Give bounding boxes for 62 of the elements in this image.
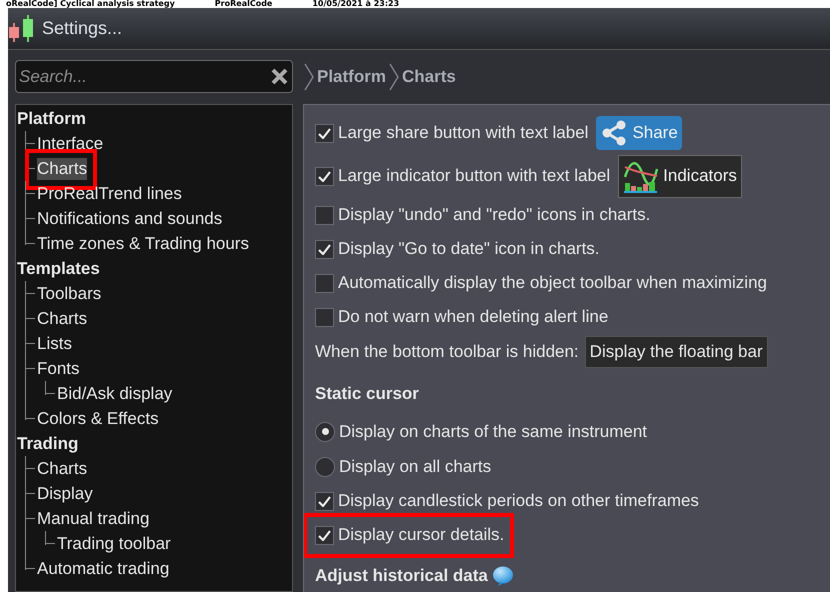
speech-bubble-icon [492,566,514,586]
indicator-chart-icon [623,159,660,193]
checkbox[interactable] [315,124,334,142]
checkmark-icon [318,530,331,540]
dropdown-field[interactable]: Display the floating bar [584,336,768,368]
tree-item[interactable]: Lists [37,332,72,354]
breadcrumb-item[interactable]: Platform [317,64,386,90]
tree-item[interactable]: Notifications and sounds [37,208,222,230]
search-field[interactable]: Search... [15,60,293,93]
tree-item[interactable]: Fonts [37,358,80,380]
tree-item[interactable]: Display [37,482,93,504]
checkbox[interactable] [315,274,334,292]
tree-item[interactable]: ProRealTrend lines [37,182,182,204]
tree-item[interactable]: Colors & Effects [37,408,159,430]
background-text: ProRealCode [214,0,272,8]
indicators-button[interactable]: Indicators [618,154,742,198]
option-label: Display "Go to date" icon in charts. [338,238,600,260]
checkmark-icon [318,496,331,506]
option-label: Display cursor details. [338,524,504,546]
tree-item[interactable]: Automatic trading [37,558,170,580]
tree-item[interactable]: Trading toolbar [57,532,171,554]
tree-group[interactable]: Trading [17,432,78,454]
option-label: Display on all charts [339,456,492,478]
checkbox[interactable] [315,240,334,258]
checkbox[interactable] [315,308,334,326]
option-label: Display "undo" and "redo" icons in charts. [338,204,650,226]
tree-item[interactable]: Toolbars [37,282,102,304]
breadcrumb-item[interactable]: Charts [402,64,456,90]
option-label: Large indicator button with text label [338,165,610,188]
option-label: When the bottom toolbar is hidden: [315,341,579,364]
checkbox[interactable] [315,166,334,186]
section-heading: Static cursor [315,383,419,406]
tree-item[interactable]: Charts [37,308,88,330]
chevron-icon [303,62,315,90]
tree-group[interactable]: Platform [17,108,86,130]
tree-item[interactable]: Charts [37,458,88,480]
chevron-icon [388,62,400,90]
option-label: Display on charts of the same instrument [339,420,648,443]
option-label: Large share button with text label [338,122,588,144]
window-title: Settings... [42,17,122,40]
tree-item[interactable]: Time zones & Trading hours [37,232,249,254]
tree-item[interactable]: Interface [37,132,104,154]
clear-icon[interactable] [271,68,288,85]
checkmark-icon [318,244,331,254]
share-icon [600,119,628,147]
section-heading: Adjust historical data [315,565,488,588]
checkmark-icon [318,170,331,182]
radio-button[interactable] [315,456,335,476]
share-button[interactable]: Share [596,116,682,150]
option-label: Display candlestick periods on other timeframes [338,490,699,512]
checkbox[interactable] [315,206,334,224]
checkbox[interactable] [315,526,334,544]
checkmark-icon [318,128,331,138]
tree-item[interactable]: Manual trading [37,508,150,530]
tree-item[interactable]: Bid/Ask display [57,382,172,404]
radio-button[interactable] [315,422,335,442]
option-label: Do not warn when deleting alert line [338,306,608,328]
tree-item[interactable]: Charts [37,158,88,180]
checkbox[interactable] [315,492,334,510]
background-text: oRealCode] Cyclical analysis strategy [6,0,175,8]
tree-group[interactable]: Templates [17,258,100,280]
option-label: Automatically display the object toolbar when maximizing [338,272,767,294]
